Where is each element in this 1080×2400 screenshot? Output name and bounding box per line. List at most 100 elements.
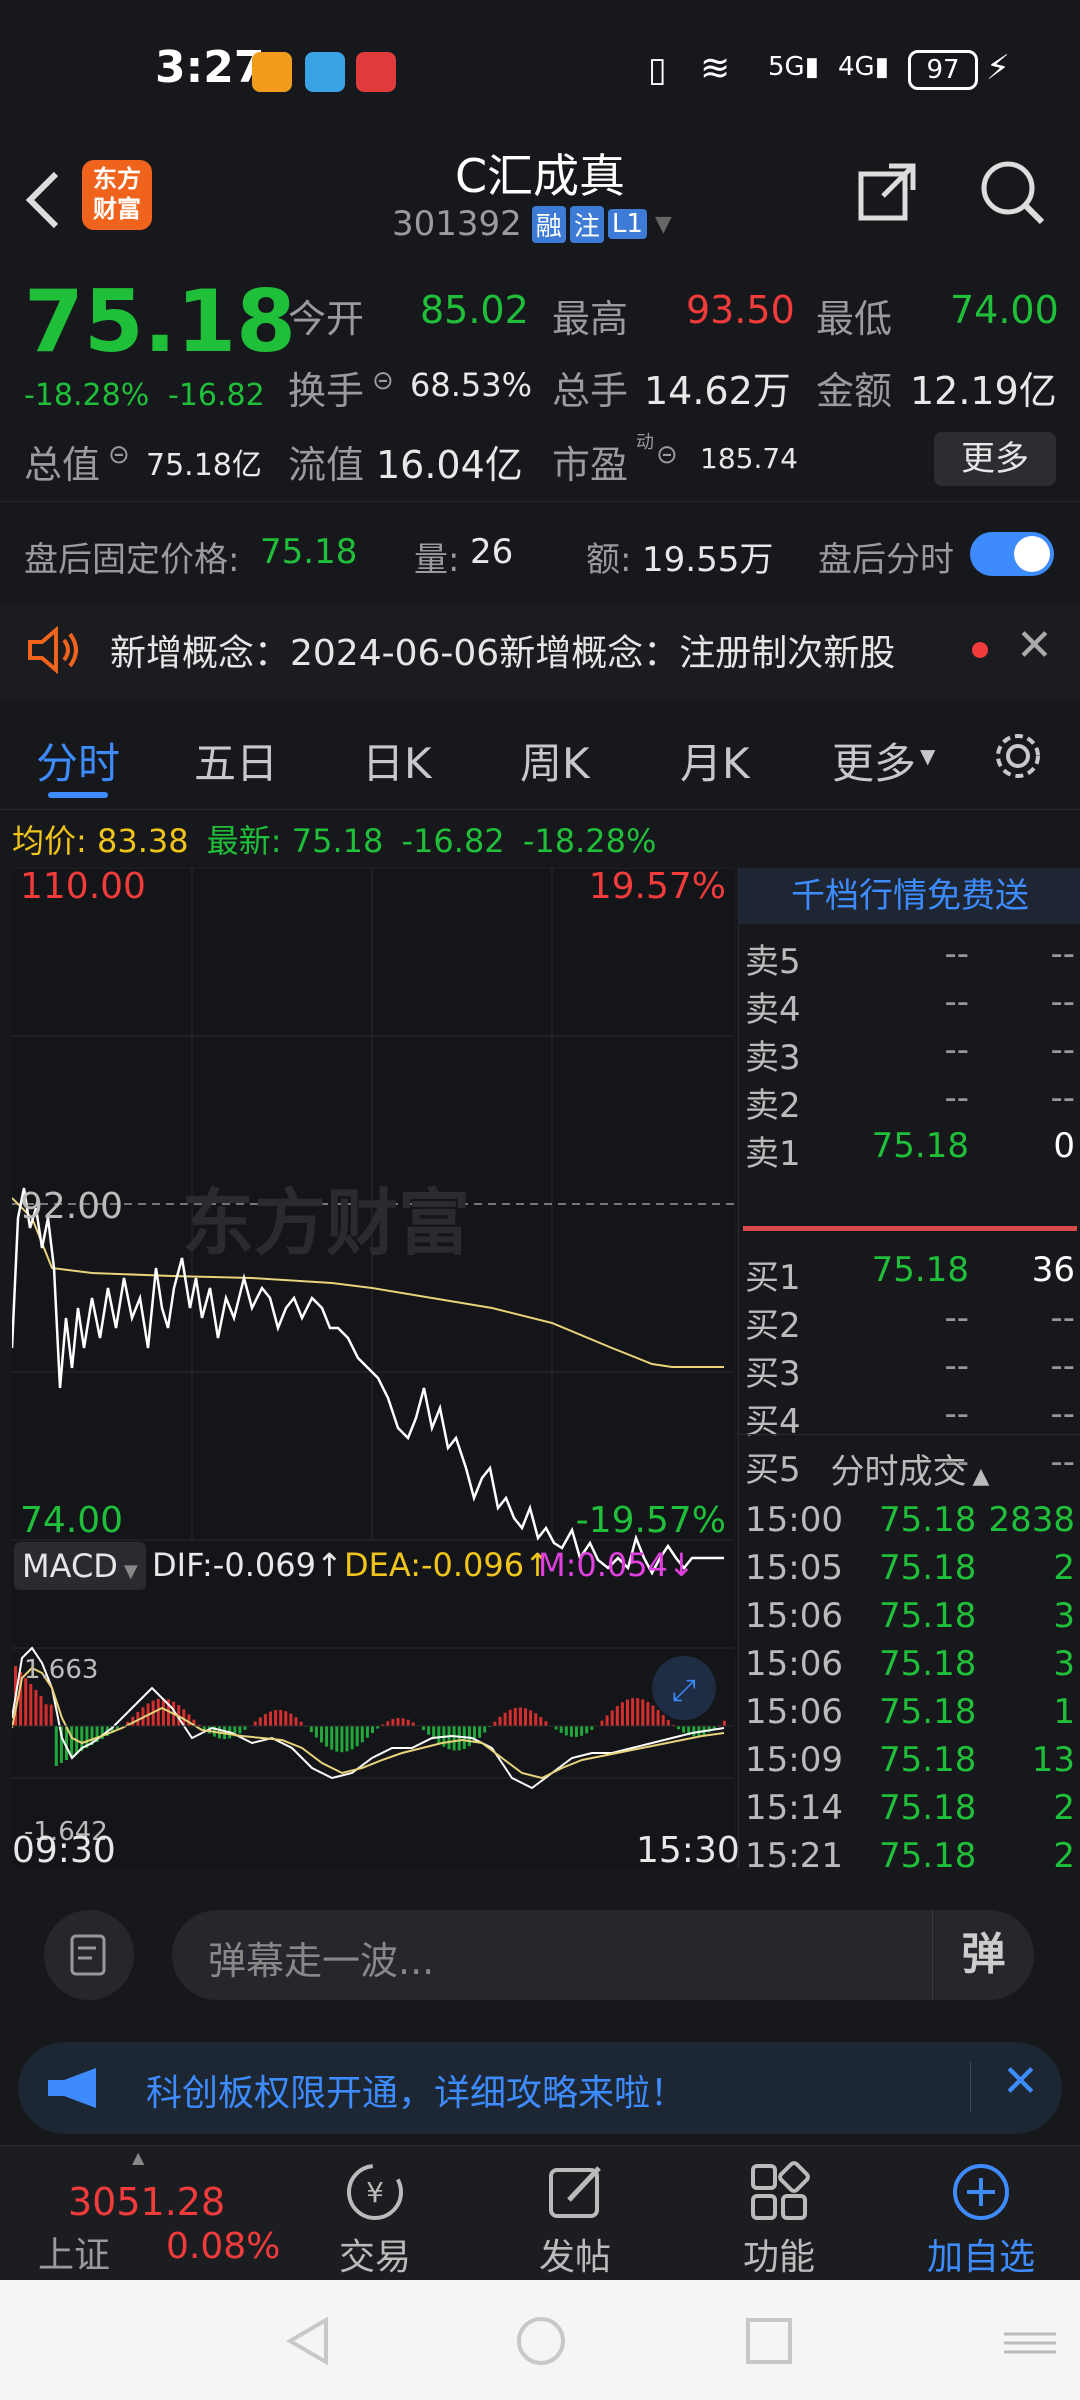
bottom-navigation: ▲ 3051.28 上证 0.08% ¥ 交易 发帖 功能 加自选 bbox=[0, 2145, 1080, 2280]
avg-value: 83.38 bbox=[96, 822, 189, 860]
macd-histogram-bar bbox=[651, 1705, 655, 1726]
macd-histogram-bar bbox=[386, 1721, 390, 1726]
macd-histogram-bar bbox=[355, 1726, 359, 1747]
bid-price: -- bbox=[944, 1346, 969, 1386]
trades-title-text: 分时成交 bbox=[830, 1452, 967, 1492]
close-icon[interactable]: ✕ bbox=[1002, 2056, 1039, 2107]
info-dots-icon[interactable]: ⊝ bbox=[656, 440, 678, 470]
close-icon[interactable]: ✕ bbox=[1016, 620, 1053, 671]
add-circle-icon bbox=[953, 2164, 1009, 2220]
stock-code-row[interactable]: 301392 融 注 L1 ▼ bbox=[392, 204, 672, 244]
recents-square-icon[interactable] bbox=[744, 2316, 794, 2366]
macd-histogram-bar bbox=[539, 1717, 543, 1726]
macd-histogram-bar bbox=[656, 1710, 660, 1726]
macd-histogram-bar bbox=[590, 1726, 594, 1730]
trade-price: 75.18 bbox=[879, 1740, 977, 1780]
order-book: 千档行情免费送 卖5 -- -- 卖4 -- -- 卖3 -- -- 卖2 -- -- 卖1 75.18 0… bbox=[738, 868, 1080, 1876]
tab-weekly-k[interactable]: 周K bbox=[520, 730, 590, 791]
trade-time: 15:06 bbox=[745, 1692, 843, 1732]
nav-functions[interactable]: 功能 bbox=[714, 2146, 844, 2281]
info-dots-icon[interactable]: ⊝ bbox=[108, 440, 130, 470]
orderbook-banner[interactable]: 千档行情免费送 bbox=[739, 868, 1080, 924]
share-icon[interactable] bbox=[855, 160, 919, 224]
danmu-settings-button[interactable] bbox=[44, 1910, 134, 2000]
macd-histogram-bar bbox=[371, 1726, 374, 1734]
home-circle-icon[interactable] bbox=[514, 2314, 568, 2368]
ask-row: 卖4 -- -- bbox=[739, 980, 1080, 1030]
change-percent: -18.28% bbox=[24, 378, 150, 413]
bid-label: 买4 bbox=[745, 1402, 801, 1442]
danmu-input[interactable]: 弹幕走一波... 弹 bbox=[172, 1910, 1034, 2000]
pct-axis-top: 19.57% bbox=[589, 868, 726, 907]
tab-intraday[interactable]: 分时 bbox=[36, 730, 120, 791]
info-dots-icon[interactable]: ⊝ bbox=[372, 366, 394, 396]
index-ticker[interactable]: ▲ 3051.28 上证 0.08% bbox=[20, 2146, 290, 2281]
index-value: 3051.28 bbox=[68, 2180, 226, 2224]
macd-histogram-bar bbox=[615, 1706, 619, 1726]
macd-histogram-bar bbox=[340, 1726, 344, 1753]
ask-vol: -- bbox=[1050, 982, 1075, 1022]
macd-histogram-bar bbox=[258, 1717, 262, 1726]
tab-more[interactable]: 更多 bbox=[832, 730, 916, 791]
macd-histogram-bar bbox=[49, 1704, 53, 1726]
macd-dif: DIF:-0.069↑ bbox=[152, 1546, 343, 1584]
indicator-select[interactable]: MACD ▼ bbox=[14, 1542, 146, 1590]
bid-row: 买1 75.18 36 bbox=[739, 1248, 1080, 1298]
toutiao-icon bbox=[356, 52, 396, 92]
nav-add-watchlist[interactable]: 加自选 bbox=[906, 2146, 1056, 2281]
nav-post[interactable]: 发帖 bbox=[510, 2146, 640, 2281]
last-value: 75.18 bbox=[291, 822, 384, 860]
ask-price: -- bbox=[944, 982, 969, 1022]
macd-histogram-bar bbox=[299, 1721, 303, 1726]
stock-code: 301392 bbox=[392, 204, 522, 244]
after-amount-label: 额: bbox=[586, 540, 632, 580]
macd-histogram-bar bbox=[411, 1722, 415, 1726]
tab-daily-k[interactable]: 日K bbox=[362, 730, 432, 791]
macd-histogram-bar bbox=[682, 1726, 686, 1733]
macd-histogram-bar bbox=[365, 1726, 369, 1738]
ask-label: 卖4 bbox=[745, 990, 801, 1030]
last-label: 最新: bbox=[206, 822, 282, 860]
macd-histogram-bar bbox=[320, 1726, 323, 1743]
toggle-knob bbox=[1014, 536, 1050, 572]
trade-time: 15:14 bbox=[745, 1788, 843, 1828]
nav-add-watchlist-label: 加自选 bbox=[926, 2237, 1035, 2278]
trade-vol: 2 bbox=[1053, 1548, 1075, 1588]
accessibility-menu-icon[interactable] bbox=[1000, 2328, 1060, 2358]
search-icon[interactable] bbox=[978, 158, 1046, 226]
trade-price: 75.18 bbox=[879, 1500, 977, 1540]
intraday-chart-area: 均价: 83.38 最新: 75.18 -16.82 -18.28% 东方财富 … bbox=[0, 810, 1080, 1880]
macd-histogram-bar bbox=[24, 1678, 28, 1726]
turnover-label: 换手 bbox=[288, 369, 365, 413]
more-button[interactable]: 更多 bbox=[934, 432, 1056, 486]
nav-trade[interactable]: ¥ 交易 bbox=[310, 2146, 440, 2281]
tab-monthly-k[interactable]: 月K bbox=[680, 730, 750, 791]
tab-five-day[interactable]: 五日 bbox=[194, 730, 278, 791]
high-label: 最高 bbox=[552, 297, 629, 341]
macd-histogram-bar bbox=[585, 1726, 589, 1734]
back-arrow-icon[interactable] bbox=[20, 168, 64, 232]
ask-vol: 0 bbox=[1053, 1126, 1075, 1166]
trade-price: 75.18 bbox=[879, 1788, 977, 1828]
amount-value: 12.19亿 bbox=[910, 369, 1057, 413]
macd-histogram-bar bbox=[274, 1710, 278, 1726]
avg-label: 均价: bbox=[12, 822, 87, 860]
header: 东方 财富 C汇成真 301392 融 注 L1 ▼ bbox=[0, 140, 1080, 260]
danmu-bar: 弹幕走一波... 弹 bbox=[0, 1880, 1080, 2030]
trade-row: 15:06 75.18 1 bbox=[739, 1690, 1080, 1738]
trade-vol: 13 bbox=[1031, 1740, 1075, 1780]
trade-vol: 2 bbox=[1053, 1788, 1075, 1828]
macd-histogram-bar bbox=[187, 1714, 191, 1726]
promo-banner[interactable]: 科创板权限开通，详细攻略来啦！ ✕ bbox=[18, 2042, 1062, 2134]
concept-notice[interactable]: 新增概念：2024-06-06新增概念：注册制次新股 ✕ bbox=[0, 602, 1080, 698]
back-triangle-icon[interactable] bbox=[282, 2314, 336, 2368]
macd-dea: DEA:-0.096↑ bbox=[344, 1546, 551, 1584]
danmu-toggle-button[interactable]: 弹 bbox=[932, 1910, 1034, 2000]
chart-svg[interactable]: 东方财富 110.00 19.57% 92.00 74.00 -19.57% 1… bbox=[12, 868, 734, 1868]
settings-gear-icon[interactable] bbox=[990, 728, 1046, 784]
macd-m: M:0.054↓ bbox=[538, 1546, 695, 1584]
trades-title[interactable]: 分时成交 ▲ bbox=[739, 1444, 1080, 1493]
macd-histogram-bar bbox=[605, 1715, 609, 1726]
after-hours-toggle[interactable] bbox=[970, 532, 1054, 576]
megaphone-icon bbox=[48, 2068, 96, 2108]
